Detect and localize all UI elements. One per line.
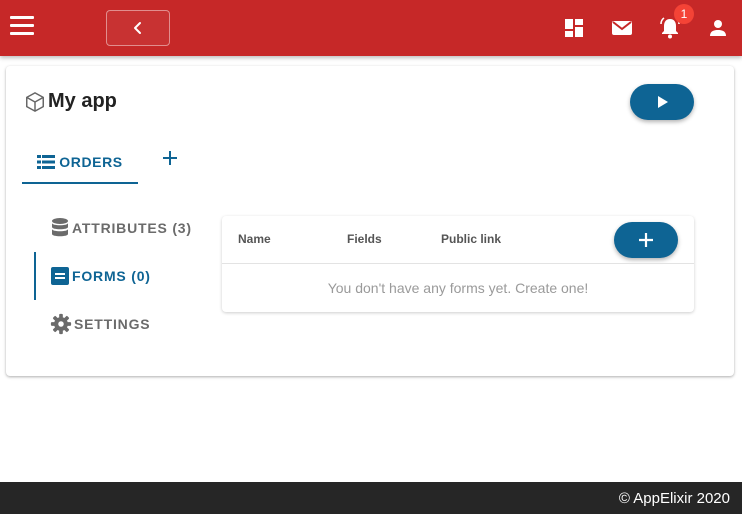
sidebar-item-forms[interactable]: FORMS (0)	[50, 262, 151, 290]
chevron-left-icon	[134, 22, 141, 34]
empty-state-message: You don't have any forms yet. Create one…	[327, 280, 589, 296]
notification-badge: 1	[674, 4, 694, 24]
sidebar-item-label: FORMS (0)	[72, 268, 151, 284]
dashboard-icon[interactable]	[562, 16, 586, 40]
column-header-public-link[interactable]: Public link	[441, 232, 501, 246]
footer: © AppElixir 2020	[0, 482, 742, 514]
active-indicator	[34, 252, 36, 300]
gear-icon	[50, 313, 72, 335]
sidebar-item-label: ATTRIBUTES (3)	[72, 220, 192, 236]
plus-icon	[163, 151, 177, 165]
top-app-bar: 1	[0, 0, 742, 56]
form-icon	[51, 267, 69, 285]
sidebar-item-settings[interactable]: SETTINGS	[50, 310, 150, 338]
column-header-fields[interactable]: Fields	[347, 232, 382, 246]
cube-icon	[26, 91, 44, 112]
copyright-text: © AppElixir 2020	[618, 490, 730, 507]
menu-icon[interactable]	[10, 16, 34, 36]
add-tab-button[interactable]	[158, 146, 182, 170]
database-icon	[52, 218, 68, 237]
sidebar-item-label: SETTINGS	[74, 316, 151, 332]
forms-table: Name Fields Public link You don't have a…	[222, 216, 694, 312]
play-icon	[658, 96, 668, 108]
tab-orders[interactable]: ORDERS	[22, 142, 138, 184]
plus-icon	[639, 233, 653, 247]
list-icon	[37, 155, 56, 169]
back-button[interactable]	[106, 10, 170, 46]
add-form-button[interactable]	[614, 222, 678, 258]
account-icon[interactable]	[706, 16, 730, 40]
column-header-name[interactable]: Name	[238, 232, 271, 246]
run-app-button[interactable]	[630, 84, 694, 120]
page-title: My app	[48, 90, 117, 112]
tab-label: ORDERS	[59, 154, 123, 170]
app-card: My app ORDERS ATTRIBUTES (3) FORMS (0) S…	[6, 66, 734, 376]
app-header: My app	[24, 90, 117, 113]
sidebar-item-attributes[interactable]: ATTRIBUTES (3)	[50, 214, 192, 242]
mail-icon[interactable]	[610, 16, 634, 40]
table-divider	[222, 263, 694, 264]
